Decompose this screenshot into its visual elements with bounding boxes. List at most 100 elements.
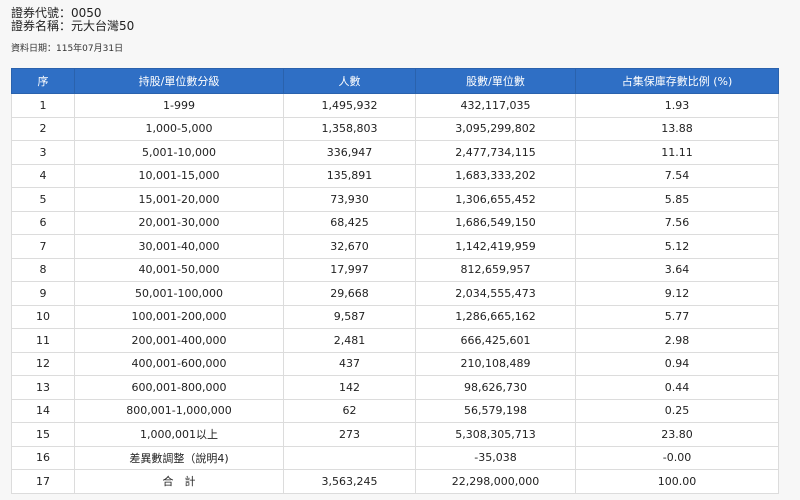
cell-holders: 62 (283, 398, 416, 423)
cell-shares: 5,308,305,713 (415, 422, 576, 447)
table-row: 8 40,001-50,000 17,997 812,659,957 3.64 (11, 257, 779, 282)
cell-shares: 3,095,299,802 (415, 116, 576, 141)
cell-shares: 666,425,601 (415, 328, 576, 353)
column-header-percentage: 占集保庫存數比例 (%) (575, 68, 779, 94)
cell-seq: 6 (11, 210, 75, 235)
cell-seq: 3 (11, 140, 75, 165)
cell-percentage: 9.12 (575, 281, 779, 306)
table-row: 11 200,001-400,000 2,481 666,425,601 2.98 (11, 328, 779, 353)
cell-percentage: 100.00 (575, 469, 779, 494)
table-row: 14 800,001-1,000,000 62 56,579,198 0.25 (11, 398, 779, 423)
cell-shares: 22,298,000,000 (415, 469, 576, 494)
cell-seq: 15 (11, 422, 75, 447)
cell-seq: 8 (11, 257, 75, 282)
cell-holders: 1,495,932 (283, 93, 416, 118)
cell-shares: 2,034,555,473 (415, 281, 576, 306)
table-row: 6 20,001-30,000 68,425 1,686,549,150 7.56 (11, 210, 779, 235)
data-date: 資料日期：115年07月31日 (11, 44, 124, 54)
cell-seq: 13 (11, 375, 75, 400)
cell-shares: 2,477,734,115 (415, 140, 576, 165)
security-info: 證券代號：0050 證券名稱：元大台灣50 (11, 7, 134, 33)
cell-level: 200,001-400,000 (74, 328, 284, 353)
table-row: 4 10,001-15,000 135,891 1,683,333,202 7.54 (11, 163, 779, 188)
cell-percentage: 13.88 (575, 116, 779, 141)
table-row: 16 差異數調整（說明4) -35,038 -0.00 (11, 445, 779, 470)
cell-percentage: 3.64 (575, 257, 779, 282)
cell-holders: 142 (283, 375, 416, 400)
table-row: 9 50,001-100,000 29,668 2,034,555,473 9.12 (11, 281, 779, 306)
cell-percentage: 1.93 (575, 93, 779, 118)
cell-shares: 1,683,333,202 (415, 163, 576, 188)
cell-shares: -35,038 (415, 445, 576, 470)
cell-percentage: 0.44 (575, 375, 779, 400)
cell-holders: 73,930 (283, 187, 416, 212)
cell-seq: 5 (11, 187, 75, 212)
cell-percentage: 23.80 (575, 422, 779, 447)
cell-seq: 10 (11, 304, 75, 329)
column-header-shares: 股數/單位數 (415, 68, 576, 94)
cell-level: 40,001-50,000 (74, 257, 284, 282)
cell-percentage: 0.94 (575, 351, 779, 376)
column-header-holders: 人數 (283, 68, 416, 94)
cell-percentage: 5.77 (575, 304, 779, 329)
shareholding-distribution-table: 序 持股/單位數分級 人數 股數/單位數 占集保庫存數比例 (%) 1 1-999… (11, 68, 779, 494)
table-row: 3 5,001-10,000 336,947 2,477,734,115 11.11 (11, 140, 779, 165)
cell-holders: 68,425 (283, 210, 416, 235)
cell-holders: 437 (283, 351, 416, 376)
cell-level: 30,001-40,000 (74, 234, 284, 259)
cell-level: 20,001-30,000 (74, 210, 284, 235)
table-row: 5 15,001-20,000 73,930 1,306,655,452 5.85 (11, 187, 779, 212)
cell-percentage: 0.25 (575, 398, 779, 423)
table-row: 17 合 計 3,563,245 22,298,000,000 100.00 (11, 469, 779, 494)
cell-level: 1,000-5,000 (74, 116, 284, 141)
cell-seq: 2 (11, 116, 75, 141)
cell-level: 400,001-600,000 (74, 351, 284, 376)
cell-seq: 12 (11, 351, 75, 376)
cell-shares: 56,579,198 (415, 398, 576, 423)
cell-level: 100,001-200,000 (74, 304, 284, 329)
cell-seq: 11 (11, 328, 75, 353)
table-row: 7 30,001-40,000 32,670 1,142,419,959 5.12 (11, 234, 779, 259)
cell-level: 800,001-1,000,000 (74, 398, 284, 423)
cell-holders: 273 (283, 422, 416, 447)
cell-seq: 7 (11, 234, 75, 259)
cell-shares: 812,659,957 (415, 257, 576, 282)
table-body: 1 1-999 1,495,932 432,117,035 1.93 2 1,000-5,0… (11, 93, 779, 494)
cell-holders: 135,891 (283, 163, 416, 188)
cell-holders: 2,481 (283, 328, 416, 353)
table-row: 15 1,000,001以上 273 5,308,305,713 23.80 (11, 422, 779, 447)
cell-holders: 3,563,245 (283, 469, 416, 494)
security-name: 證券名稱：元大台灣50 (11, 19, 135, 33)
cell-shares: 1,306,655,452 (415, 187, 576, 212)
cell-holders: 9,587 (283, 304, 416, 329)
cell-shares: 1,286,665,162 (415, 304, 576, 329)
cell-holders: 1,358,803 (283, 116, 416, 141)
cell-holders: 29,668 (283, 281, 416, 306)
cell-level: 5,001-10,000 (74, 140, 284, 165)
cell-holders (283, 445, 416, 470)
cell-level: 1,000,001以上 (74, 422, 284, 447)
table-row: 13 600,001-800,000 142 98,626,730 0.44 (11, 375, 779, 400)
cell-percentage: 5.85 (575, 187, 779, 212)
cell-seq: 17 (11, 469, 75, 494)
cell-percentage: 7.56 (575, 210, 779, 235)
cell-shares: 210,108,489 (415, 351, 576, 376)
column-header-level: 持股/單位數分級 (74, 68, 284, 94)
cell-shares: 98,626,730 (415, 375, 576, 400)
table-row: 10 100,001-200,000 9,587 1,286,665,162 5.77 (11, 304, 779, 329)
table-header-row: 序 持股/單位數分級 人數 股數/單位數 占集保庫存數比例 (%) (11, 68, 779, 94)
cell-seq: 4 (11, 163, 75, 188)
cell-level: 10,001-15,000 (74, 163, 284, 188)
cell-seq: 9 (11, 281, 75, 306)
cell-percentage: 11.11 (575, 140, 779, 165)
cell-shares: 1,142,419,959 (415, 234, 576, 259)
cell-holders: 17,997 (283, 257, 416, 282)
cell-shares: 1,686,549,150 (415, 210, 576, 235)
table-row: 2 1,000-5,000 1,358,803 3,095,299,802 13.88 (11, 116, 779, 141)
cell-percentage: 2.98 (575, 328, 779, 353)
cell-percentage: 7.54 (575, 163, 779, 188)
cell-level: 15,001-20,000 (74, 187, 284, 212)
cell-shares: 432,117,035 (415, 93, 576, 118)
cell-level: 合 計 (74, 469, 284, 494)
cell-seq: 1 (11, 93, 75, 118)
